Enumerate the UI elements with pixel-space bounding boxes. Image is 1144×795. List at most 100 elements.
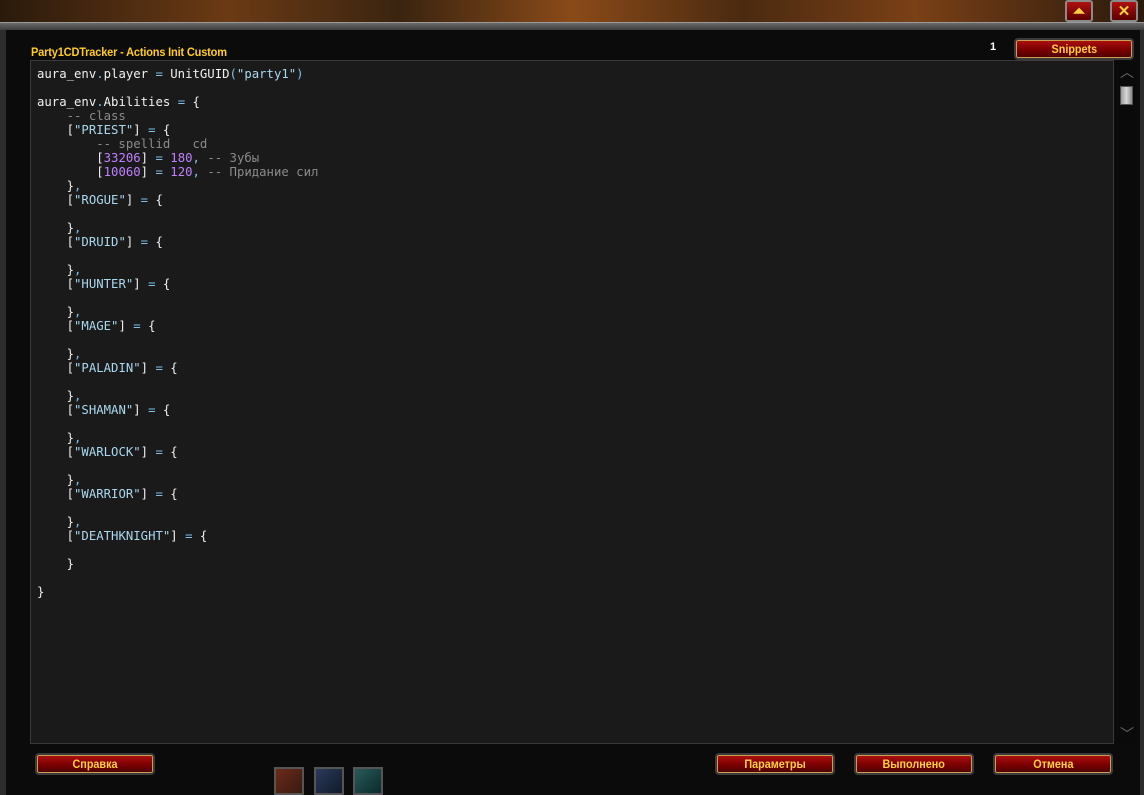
code-token: , bbox=[74, 179, 82, 193]
code-token: -- Придание сил bbox=[199, 165, 319, 179]
code-token: { bbox=[162, 123, 171, 137]
code-token: , bbox=[74, 305, 82, 319]
code-line: ["PALADIN"] = { bbox=[37, 361, 318, 375]
code-token: "HUNTER" bbox=[74, 277, 134, 291]
code-token: = bbox=[133, 319, 141, 333]
code-token: , bbox=[74, 515, 82, 529]
code-token: , bbox=[74, 473, 82, 487]
code-line: } bbox=[37, 557, 318, 571]
code-line: ["PRIEST"] = { bbox=[37, 123, 318, 137]
action-bar-slot-icon[interactable] bbox=[314, 767, 344, 795]
code-line: ["SHAMAN"] = { bbox=[37, 403, 318, 417]
code-token: { bbox=[199, 529, 208, 543]
code-token: ] bbox=[133, 123, 141, 137]
code-token: ] bbox=[140, 487, 149, 501]
window-title: Party1CDTracker - Actions Init Custom bbox=[31, 45, 227, 59]
code-token: 180 bbox=[170, 151, 193, 165]
code-token: } bbox=[37, 585, 45, 599]
scroll-down-icon[interactable]: ﹀ bbox=[1117, 724, 1137, 744]
code-token: . bbox=[96, 67, 104, 81]
code-line: aura_env.player = UnitGUID("party1") bbox=[37, 67, 318, 81]
code-token: [ bbox=[66, 361, 75, 375]
code-token: [ bbox=[66, 403, 75, 417]
code-token: . bbox=[96, 95, 104, 109]
code-token: } bbox=[66, 473, 75, 487]
code-token: = bbox=[155, 361, 163, 375]
code-token: ] bbox=[140, 165, 149, 179]
code-token: [ bbox=[66, 193, 75, 207]
code-token: ] bbox=[170, 529, 178, 543]
code-token: } bbox=[66, 347, 75, 361]
code-token: = bbox=[155, 151, 163, 165]
code-line: ["DEATHKNIGHT"] = { bbox=[37, 529, 318, 543]
code-token: , bbox=[74, 389, 82, 403]
code-line: }, bbox=[37, 263, 318, 277]
code-token: -- class bbox=[37, 109, 126, 123]
code-token: [ bbox=[66, 319, 75, 333]
parameters-button[interactable]: Параметры bbox=[715, 753, 835, 775]
collapse-button[interactable]: ⏶ bbox=[1065, 0, 1093, 22]
vertical-scrollbar[interactable]: ︿ ﹀ bbox=[1116, 62, 1138, 744]
cancel-button[interactable]: Отмена bbox=[993, 753, 1113, 775]
code-token: , bbox=[192, 165, 200, 179]
code-line: ["WARLOCK"] = { bbox=[37, 445, 318, 459]
close-icon: ✕ bbox=[1117, 3, 1131, 20]
code-token: { bbox=[148, 319, 156, 333]
done-button[interactable]: Выполнено bbox=[854, 753, 974, 775]
scroll-thumb[interactable] bbox=[1120, 86, 1133, 105]
code-token: Abilities bbox=[103, 95, 171, 109]
code-token: "WARLOCK" bbox=[74, 445, 141, 459]
close-button[interactable]: ✕ bbox=[1110, 0, 1138, 22]
code-line: }, bbox=[37, 179, 318, 193]
code-line: }, bbox=[37, 305, 318, 319]
snippets-button[interactable]: Snippets bbox=[1014, 38, 1134, 60]
action-bar-slot-icon[interactable] bbox=[274, 767, 304, 795]
code-line: }, bbox=[37, 473, 318, 487]
code-token: "PRIEST" bbox=[74, 123, 134, 137]
code-token: ( bbox=[229, 67, 237, 81]
code-token: "SHAMAN" bbox=[74, 403, 134, 417]
code-line: aura_env.Abilities = { bbox=[37, 95, 318, 109]
code-line: [33206] = 180, -- Зубы bbox=[37, 151, 318, 165]
code-token: "party1" bbox=[236, 67, 297, 81]
code-token: 120 bbox=[170, 165, 193, 179]
code-token: [ bbox=[66, 445, 75, 459]
code-token: { bbox=[192, 95, 200, 109]
code-editor[interactable]: aura_env.player = UnitGUID("party1") aura… bbox=[30, 60, 1114, 744]
code-text[interactable]: aura_env.player = UnitGUID("party1") aura… bbox=[37, 67, 318, 599]
code-token: ] bbox=[118, 319, 126, 333]
scroll-up-icon[interactable]: ︿ bbox=[1117, 62, 1137, 82]
code-line: -- spellid cd bbox=[37, 137, 318, 151]
code-token: UnitGUID bbox=[162, 67, 230, 81]
help-button[interactable]: Справка bbox=[35, 753, 155, 775]
parameters-label: Параметры bbox=[744, 757, 806, 771]
cancel-label: Отмена bbox=[1032, 757, 1074, 771]
code-token: } bbox=[66, 515, 75, 529]
code-line: }, bbox=[37, 389, 318, 403]
action-bar-slot-icon[interactable] bbox=[353, 767, 383, 795]
code-token: { bbox=[162, 277, 171, 291]
code-token: [ bbox=[66, 529, 75, 543]
